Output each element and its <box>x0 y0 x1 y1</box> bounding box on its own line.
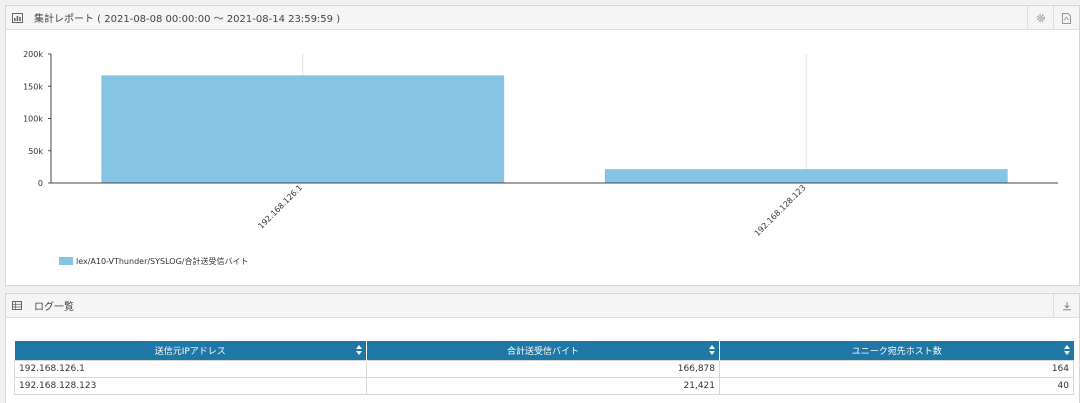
sort-icon[interactable] <box>709 345 715 355</box>
y-tick-label: 200k <box>23 50 43 59</box>
chart-panel-header: 集計レポート ( 2021-08-08 00:00:00 ～ 2021-08-1… <box>6 6 1079 30</box>
chart-panel-title: 集計レポート ( 2021-08-08 00:00:00 ～ 2021-08-1… <box>34 14 341 25</box>
x-tick-label: 192.168.128.123 <box>753 183 808 238</box>
legend-swatch <box>59 257 73 265</box>
cell-unique-hosts: 40 <box>719 376 1074 395</box>
y-tick-label: 0 <box>38 179 43 188</box>
column-header-source-ip[interactable]: 送信元IPアドレス <box>14 341 367 360</box>
table-row[interactable]: 192.168.128.123 21,421 40 <box>14 376 1074 395</box>
chart-legend: lex/A10-VThunder/SYSLOG/合計送受信バイト <box>59 256 248 266</box>
report-chart-panel: 集計レポート ( 2021-08-08 00:00:00 ～ 2021-08-1… <box>5 5 1080 286</box>
cell-total-bytes: 166,878 <box>366 359 720 378</box>
bar-chart-icon <box>12 12 24 24</box>
x-tick-label: 192.168.126.1 <box>256 183 304 231</box>
gear-icon[interactable] <box>1027 6 1053 30</box>
column-header-unique-hosts[interactable]: ユニーク宛先ホスト数 <box>719 341 1074 360</box>
bar-chart: 0 50k 100k 150k 200k 192.168.126.1 192.168.128… <box>23 50 1058 266</box>
y-tick-label: 50k <box>28 147 43 156</box>
table-icon <box>12 300 24 312</box>
cell-total-bytes: 21,421 <box>366 376 720 395</box>
log-list-panel: ログ一覧 送信元IPアドレス 合計送受信バイト ユニーク宛先ホスト数 192.1… <box>5 293 1080 403</box>
pdf-icon[interactable] <box>1053 6 1079 30</box>
cell-source-ip: 192.168.128.123 <box>14 376 367 395</box>
log-panel-title: ログ一覧 <box>34 302 74 313</box>
bar[interactable] <box>101 75 505 183</box>
y-tick-label: 150k <box>23 82 43 91</box>
chart-bars <box>101 75 1008 183</box>
log-table: 送信元IPアドレス 合計送受信バイト ユニーク宛先ホスト数 192.168.12… <box>14 341 1074 395</box>
cell-source-ip: 192.168.126.1 <box>14 359 367 378</box>
download-icon[interactable] <box>1053 294 1079 318</box>
y-tick-label: 100k <box>23 115 43 124</box>
sort-icon[interactable] <box>1063 345 1070 355</box>
sort-icon[interactable] <box>356 345 362 355</box>
table-header-row: 送信元IPアドレス 合計送受信バイト ユニーク宛先ホスト数 <box>14 341 1074 360</box>
log-panel-header: ログ一覧 <box>6 294 1079 318</box>
bar[interactable] <box>604 169 1008 183</box>
legend-label[interactable]: lex/A10-VThunder/SYSLOG/合計送受信バイト <box>76 256 248 266</box>
table-row[interactable]: 192.168.126.1 166,878 164 <box>14 359 1074 378</box>
column-header-total-bytes[interactable]: 合計送受信バイト <box>366 341 720 360</box>
cell-unique-hosts: 164 <box>719 359 1074 378</box>
